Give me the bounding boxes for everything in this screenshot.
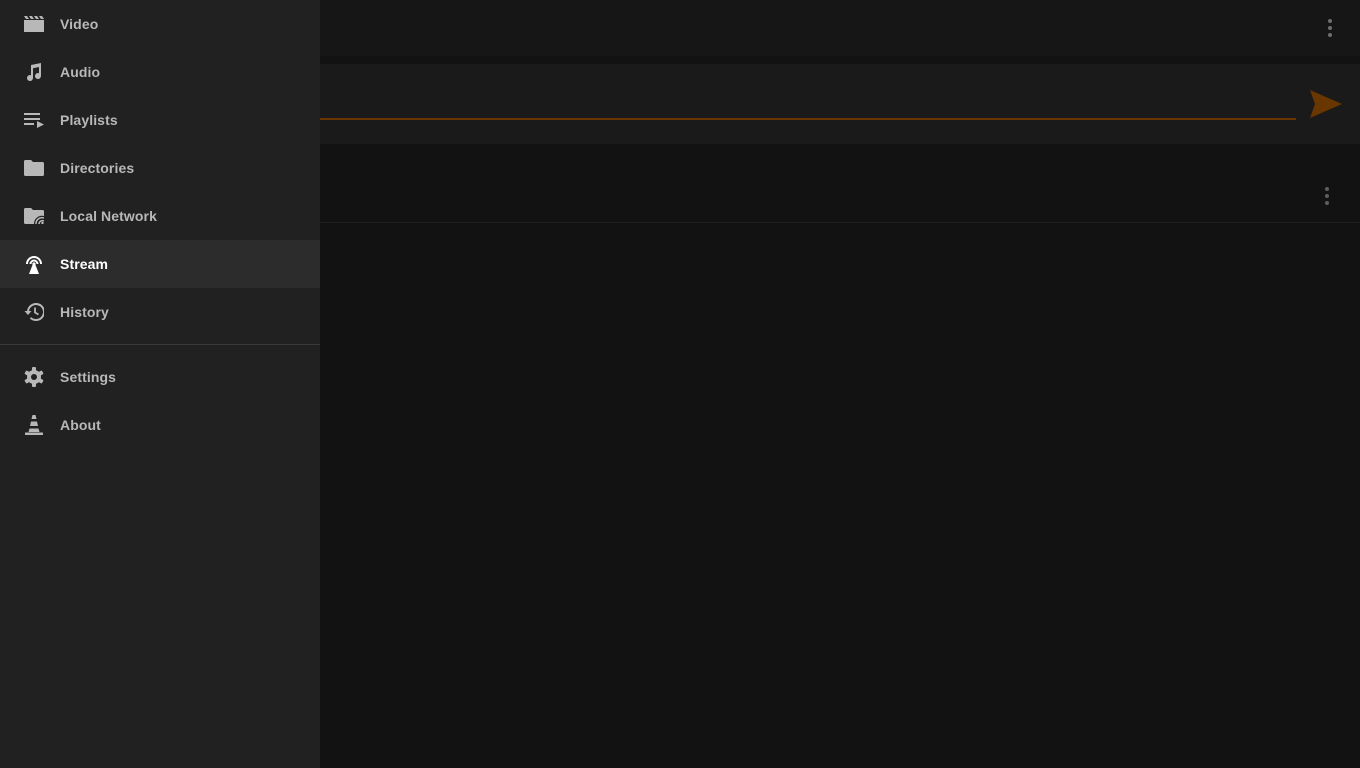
more-vert-icon <box>1328 19 1332 37</box>
playlist-icon <box>24 108 44 132</box>
nav-item-label: Stream <box>60 256 109 272</box>
nav-item-audio[interactable]: Audio <box>0 48 320 96</box>
history-options-button[interactable] <box>1315 184 1339 208</box>
nav-item-label: About <box>60 417 101 433</box>
nav-item-label: Settings <box>60 369 117 385</box>
send-icon <box>1310 90 1342 118</box>
drawer-divider <box>0 344 320 345</box>
nav-item-settings[interactable]: Settings <box>0 353 320 401</box>
navigation-drawer: Video Audio Playlists Directories Local … <box>0 0 320 768</box>
nav-item-label: Audio <box>60 64 101 80</box>
nav-item-label: History <box>60 304 109 320</box>
send-button[interactable] <box>1304 84 1348 124</box>
history-icon <box>24 300 44 324</box>
nav-item-about[interactable]: About <box>0 401 320 449</box>
music-note-icon <box>24 60 44 84</box>
nav-item-video[interactable]: Video <box>0 0 320 48</box>
app-window: Video Audio Playlists Directories Local … <box>0 0 1360 768</box>
more-options-button[interactable] <box>1318 16 1342 40</box>
more-vert-icon <box>1325 187 1329 205</box>
gear-icon <box>24 365 44 389</box>
antenna-icon <box>24 252 44 276</box>
nav-item-stream[interactable]: Stream <box>0 240 320 288</box>
nav-item-label: Local Network <box>60 208 157 224</box>
folder-icon <box>24 156 44 180</box>
nav-item-label: Playlists <box>60 112 118 128</box>
nav-item-label: Directories <box>60 160 135 176</box>
nav-item-playlists[interactable]: Playlists <box>0 96 320 144</box>
network-folder-icon <box>24 204 44 228</box>
nav-item-history[interactable]: History <box>0 288 320 336</box>
nav-item-directories[interactable]: Directories <box>0 144 320 192</box>
nav-item-local-network[interactable]: Local Network <box>0 192 320 240</box>
vlc-cone-icon <box>24 413 44 437</box>
nav-item-label: Video <box>60 16 99 32</box>
movie-icon <box>24 12 44 36</box>
